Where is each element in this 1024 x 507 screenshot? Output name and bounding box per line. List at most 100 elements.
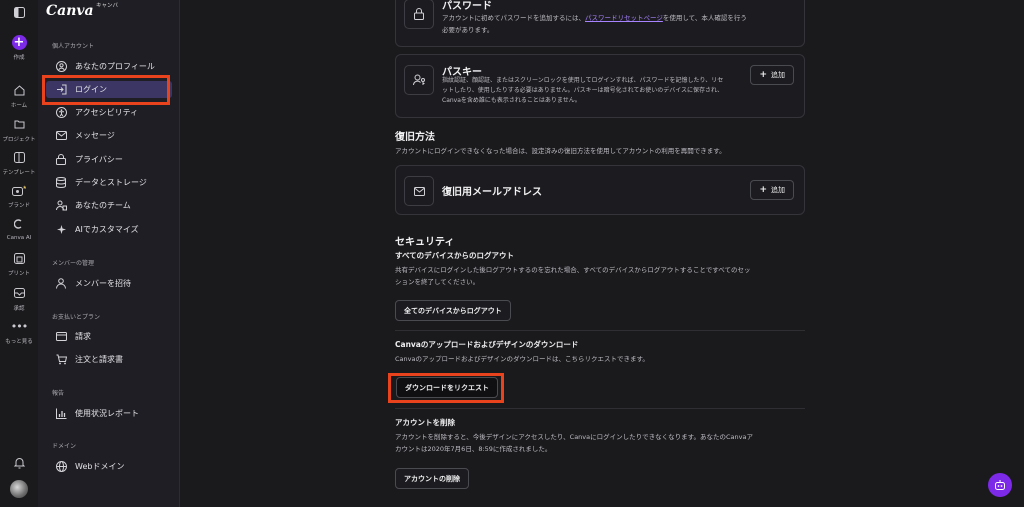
folder-icon bbox=[11, 116, 27, 132]
rail-projects[interactable]: プロジェクト bbox=[0, 116, 38, 143]
home-icon bbox=[11, 82, 27, 98]
password-card: パスワード アカウントに初めてパスワードを追加するには、パスワードリセットページ… bbox=[395, 0, 805, 47]
button-label: 追加 bbox=[771, 71, 785, 79]
security-title: セキュリティ bbox=[395, 237, 455, 248]
rail-canva-ai[interactable]: Canva AI bbox=[0, 216, 38, 241]
print-icon bbox=[11, 250, 27, 266]
rail-more[interactable]: ••• もっと見る bbox=[0, 318, 38, 346]
sidebar-item-label: プライバシー bbox=[75, 155, 123, 164]
sidebar-item-label: AIでカスタマイズ bbox=[75, 225, 139, 234]
sidebar-item-billing[interactable]: 請求 bbox=[46, 328, 172, 345]
logout-all-title: すべてのデバイスからのログアウト bbox=[395, 251, 514, 260]
sidebar-item-usage-report[interactable]: 使用状況レポート bbox=[46, 405, 172, 422]
rail-label: プリント bbox=[7, 271, 30, 277]
sidebar-item-messages[interactable]: メッセージ bbox=[46, 127, 172, 144]
sidebar-item-team[interactable]: あなたのチーム bbox=[46, 197, 172, 214]
rail-create[interactable]: + 作成 bbox=[0, 35, 38, 61]
plus-icon: + bbox=[759, 70, 767, 80]
rail-label: Canva AI bbox=[6, 235, 32, 241]
password-description: アカウントに初めてパスワードを追加するには、パスワードリセットページを使用して、… bbox=[442, 12, 802, 36]
download-title: Canvaのアップロードおよびデザインのダウンロード bbox=[395, 340, 579, 349]
rail-label: 作成 bbox=[13, 55, 25, 61]
main-content: パスワード アカウントに初めてパスワードを追加するには、パスワードリセットページ… bbox=[180, 0, 1024, 507]
left-rail: + 作成 ホーム プロジェクト テンプレート ★ ブランド Canva AI プ… bbox=[0, 0, 38, 507]
globe-icon bbox=[55, 461, 67, 473]
password-desc-text: アカウントに初めてパスワードを追加するには、 bbox=[442, 14, 585, 22]
logout-all-description: 共有デバイスにログインした後ログアウトするのを忘れた場合、すべてのデバイスからロ… bbox=[395, 264, 805, 288]
lock-icon bbox=[55, 154, 67, 166]
sidebar-item-accessibility[interactable]: アクセシビリティ bbox=[46, 104, 172, 121]
sidebar-item-profile[interactable]: あなたのプロフィール bbox=[46, 58, 172, 75]
add-passkey-button[interactable]: + 追加 bbox=[750, 65, 794, 85]
plus-icon: + bbox=[11, 35, 27, 50]
password-desc-text: を使用して、本人確認を行う bbox=[662, 14, 747, 22]
panel-toggle-icon bbox=[11, 4, 27, 20]
recovery-email-card: 復旧用メールアドレス + 追加 bbox=[395, 165, 805, 215]
rail-brand[interactable]: ★ ブランド bbox=[0, 182, 38, 210]
section-title: 個人アカウント bbox=[52, 43, 95, 50]
rail-label: もっと見る bbox=[5, 339, 33, 345]
rail-approval[interactable]: 承認 bbox=[0, 285, 38, 312]
assistant-button[interactable] bbox=[988, 473, 1012, 497]
rail-label: プロジェクト bbox=[2, 137, 36, 143]
login-highlight-box bbox=[42, 75, 170, 105]
button-label: 追加 bbox=[771, 186, 785, 194]
rail-home[interactable]: ホーム bbox=[0, 82, 38, 109]
canva-logo[interactable]: Canva bbox=[46, 3, 94, 19]
bell-icon bbox=[11, 455, 27, 471]
password-title: パスワード bbox=[442, 1, 492, 12]
plus-icon: + bbox=[759, 185, 767, 195]
sidebar-item-orders[interactable]: 注文と請求書 bbox=[46, 351, 172, 368]
rail-label: 承認 bbox=[13, 306, 25, 312]
sidebar-item-label: メッセージ bbox=[75, 131, 115, 140]
logout-desc-text: ションを終了してください。 bbox=[395, 278, 480, 286]
user-icon bbox=[55, 278, 67, 290]
sidebar-item-web-domain[interactable]: Webドメイン bbox=[46, 458, 172, 475]
password-desc-text: 必要があります。 bbox=[442, 26, 494, 34]
password-reset-link[interactable]: パスワードリセットページ bbox=[585, 14, 663, 22]
rail-label: テンプレート bbox=[2, 170, 36, 176]
passkey-desc-text: 指紋認証、顔認証、またはスクリーンロックを使用してログインすれば、パスワードを記… bbox=[442, 77, 724, 84]
divider bbox=[395, 330, 805, 331]
sidebar-item-label: Webドメイン bbox=[75, 462, 125, 471]
logout-all-devices-button[interactable]: 全てのデバイスからログアウト bbox=[395, 300, 511, 321]
sidebar-item-label: データとストレージ bbox=[75, 178, 147, 187]
section-title: お支払いとプラン bbox=[52, 314, 101, 321]
delete-account-description: アカウントを削除すると、今後デザインにアクセスしたり、Canvaにログインしたり… bbox=[395, 431, 805, 455]
recovery-email-title: 復旧用メールアドレス bbox=[442, 187, 542, 198]
sidebar-item-data-storage[interactable]: データとストレージ bbox=[46, 174, 172, 191]
panel-toggle-button[interactable] bbox=[0, 4, 38, 20]
avatar[interactable] bbox=[10, 480, 28, 498]
logo-subtitle: キャンバ bbox=[96, 3, 119, 9]
rail-print[interactable]: プリント bbox=[0, 250, 38, 277]
accessibility-icon bbox=[55, 107, 67, 119]
sidebar-item-ai-customize[interactable]: AIでカスタマイズ bbox=[46, 221, 172, 238]
rail-label: ホーム bbox=[10, 103, 28, 109]
sidebar-item-privacy[interactable]: プライバシー bbox=[46, 151, 172, 168]
card-icon bbox=[55, 331, 67, 343]
delete-account-title: アカウントを削除 bbox=[395, 418, 455, 427]
svg-text:★: ★ bbox=[23, 185, 27, 191]
sidebar-item-label: メンバーを招待 bbox=[75, 279, 131, 288]
delete-desc-text: アカウントを削除すると、今後デザインにアクセスしたり、Canvaにログインしたり… bbox=[395, 433, 753, 441]
database-icon bbox=[55, 177, 67, 189]
user-circle-icon bbox=[55, 61, 67, 73]
delete-desc-text: カウントは2020年7月6日、8:59に作成されました。 bbox=[395, 445, 552, 453]
sparkle-icon bbox=[55, 224, 67, 236]
template-icon bbox=[11, 149, 27, 165]
brand-icon: ★ bbox=[11, 182, 27, 198]
recovery-title: 復旧方法 bbox=[395, 132, 435, 143]
add-recovery-email-button[interactable]: + 追加 bbox=[750, 180, 794, 200]
section-title: 報告 bbox=[52, 390, 65, 397]
canva-ai-icon bbox=[11, 216, 27, 232]
sidebar-item-label: 使用状況レポート bbox=[75, 409, 139, 418]
bar-chart-icon bbox=[55, 408, 67, 420]
rail-templates[interactable]: テンプレート bbox=[0, 149, 38, 176]
notifications-button[interactable] bbox=[0, 455, 38, 471]
download-description: Canvaのアップロードおよびデザインのダウンロードは、こちらリクエストできます… bbox=[395, 355, 649, 363]
sidebar-item-invite-members[interactable]: メンバーを招待 bbox=[46, 275, 172, 292]
delete-account-button[interactable]: アカウントの削除 bbox=[395, 468, 469, 489]
section-title: メンバーの管理 bbox=[52, 260, 95, 267]
passkey-card: パスキー 指紋認証、顔認証、またはスクリーンロックを使用してログインすれば、パス… bbox=[395, 54, 805, 118]
section-title: ドメイン bbox=[52, 443, 77, 450]
